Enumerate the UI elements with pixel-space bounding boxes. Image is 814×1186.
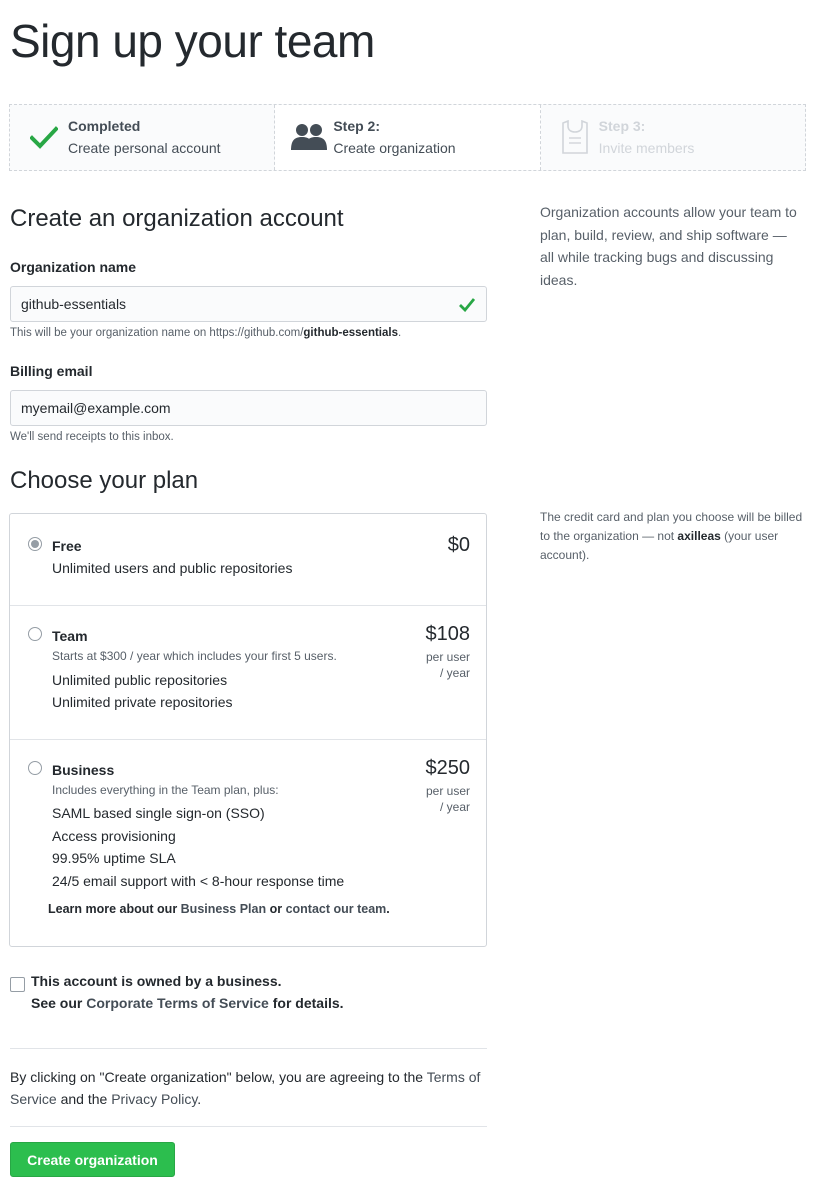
privacy-policy-link[interactable]: Privacy Policy xyxy=(111,1091,197,1107)
plan-team-radio[interactable] xyxy=(28,627,42,641)
divider xyxy=(10,1126,487,1127)
signup-steps: Completed Create personal account Step 2… xyxy=(9,104,806,171)
step-title: Completed xyxy=(68,118,141,134)
step-desc: Create personal account xyxy=(68,140,221,156)
plan-business[interactable]: Business $250 per user / year Includes ev… xyxy=(10,740,486,946)
step-desc: Create organization xyxy=(333,140,456,156)
plan-list: Free $0 Unlimited users and public repos… xyxy=(9,513,487,947)
valid-check-icon xyxy=(458,296,476,317)
step-pending: Step 3: Invite members xyxy=(541,105,805,170)
contact-team-link[interactable]: contact our team xyxy=(286,902,387,916)
business-owned-label: This account is owned by a business. xyxy=(31,973,282,989)
billing-email-label: Billing email xyxy=(10,363,93,379)
plan-team[interactable]: Team $108 per user / year Starts at $300 … xyxy=(10,606,486,740)
org-name-note-suffix: . xyxy=(397,327,402,339)
page-title: Sign up your team xyxy=(10,15,375,67)
billing-email-field-wrap xyxy=(10,390,487,426)
corporate-terms-link[interactable]: Corporate Terms of Service xyxy=(86,995,269,1011)
step-current: Step 2: Create organization xyxy=(275,105,541,170)
plan-feature: 99.95% uptime SLA xyxy=(52,850,176,866)
step-desc: Invite members xyxy=(598,140,695,156)
step-title: Step 3: xyxy=(598,118,646,134)
plan-price: $250 xyxy=(425,757,471,779)
billing-email-note: We'll send receipts to this inbox. xyxy=(10,431,174,443)
org-name-input[interactable] xyxy=(11,287,486,321)
plan-name: Team xyxy=(52,628,88,644)
org-name-note-prefix: This will be your organization name on h… xyxy=(10,327,304,339)
plan-price-unit-1: per user xyxy=(425,650,470,664)
plan-feature: Unlimited users and public repositories xyxy=(52,560,293,576)
plan-billing-note-user: axilleas xyxy=(677,529,721,543)
business-plan-link[interactable]: Business Plan xyxy=(181,902,266,916)
plan-learn-more-suffix: . xyxy=(386,902,390,916)
org-name-label: Organization name xyxy=(10,259,137,275)
plan-name: Free xyxy=(52,538,82,554)
agreement-text: By clicking on "Create organization" bel… xyxy=(10,1066,487,1110)
divider xyxy=(10,1048,487,1049)
people-icon xyxy=(291,119,328,155)
business-owned-checkbox[interactable] xyxy=(10,977,25,992)
plan-learn-more-prefix: Learn more about our xyxy=(48,902,181,916)
jersey-icon xyxy=(557,119,593,155)
plan-free-radio[interactable] xyxy=(28,537,42,551)
plan-price: $0 xyxy=(447,534,470,556)
billing-email-input[interactable] xyxy=(11,391,486,425)
org-name-note: This will be your organization name on h… xyxy=(10,327,401,339)
plan-subtitle: Includes everything in the Team plan, pl… xyxy=(52,783,279,797)
plan-business-radio[interactable] xyxy=(28,761,42,775)
corporate-terms-suffix: for details. xyxy=(268,995,344,1011)
step-completed: Completed Create personal account xyxy=(10,105,276,170)
corporate-terms-line: See our Corporate Terms of Service for d… xyxy=(31,995,344,1011)
plan-feature: SAML based single sign-on (SSO) xyxy=(52,805,265,821)
org-name-note-handle: github-essentials xyxy=(303,327,398,339)
plan-learn-more: Learn more about our Business Plan or co… xyxy=(48,902,390,916)
agreement-suffix: . xyxy=(197,1091,202,1107)
plan-section-title: Choose your plan xyxy=(10,467,199,494)
plan-price-unit: per user / year xyxy=(410,649,470,681)
plan-free[interactable]: Free $0 Unlimited users and public repos… xyxy=(10,514,486,606)
plan-feature: 24/5 email support with < 8-hour respons… xyxy=(52,873,345,889)
step-title: Step 2: xyxy=(333,118,381,134)
agreement-prefix: By clicking on "Create organization" bel… xyxy=(10,1069,427,1085)
plan-subtitle: Starts at $300 / year which includes you… xyxy=(52,649,337,663)
create-organization-button[interactable]: Create organization xyxy=(10,1142,175,1177)
plan-feature: Unlimited public repositories xyxy=(52,672,228,688)
plan-feature: Access provisioning xyxy=(52,828,176,844)
plan-price: $108 xyxy=(425,623,471,645)
plan-price-unit: per user / year xyxy=(410,783,470,815)
check-icon xyxy=(26,119,62,155)
agreement-mid: and the xyxy=(56,1091,112,1107)
plan-learn-more-mid: or xyxy=(266,902,286,916)
org-section-title: Create an organization account xyxy=(10,205,344,232)
plan-price-unit-1: per user xyxy=(425,784,470,798)
org-description: Organization accounts allow your team to… xyxy=(540,204,797,288)
org-name-field-wrap xyxy=(10,286,487,322)
corporate-terms-prefix: See our xyxy=(31,995,87,1011)
plan-price-unit-2: / year xyxy=(439,666,470,680)
plan-billing-note: The credit card and plan you choose will… xyxy=(540,508,805,565)
plan-feature: Unlimited private repositories xyxy=(52,694,233,710)
plan-name: Business xyxy=(52,762,115,778)
plan-price-unit-2: / year xyxy=(439,800,470,814)
